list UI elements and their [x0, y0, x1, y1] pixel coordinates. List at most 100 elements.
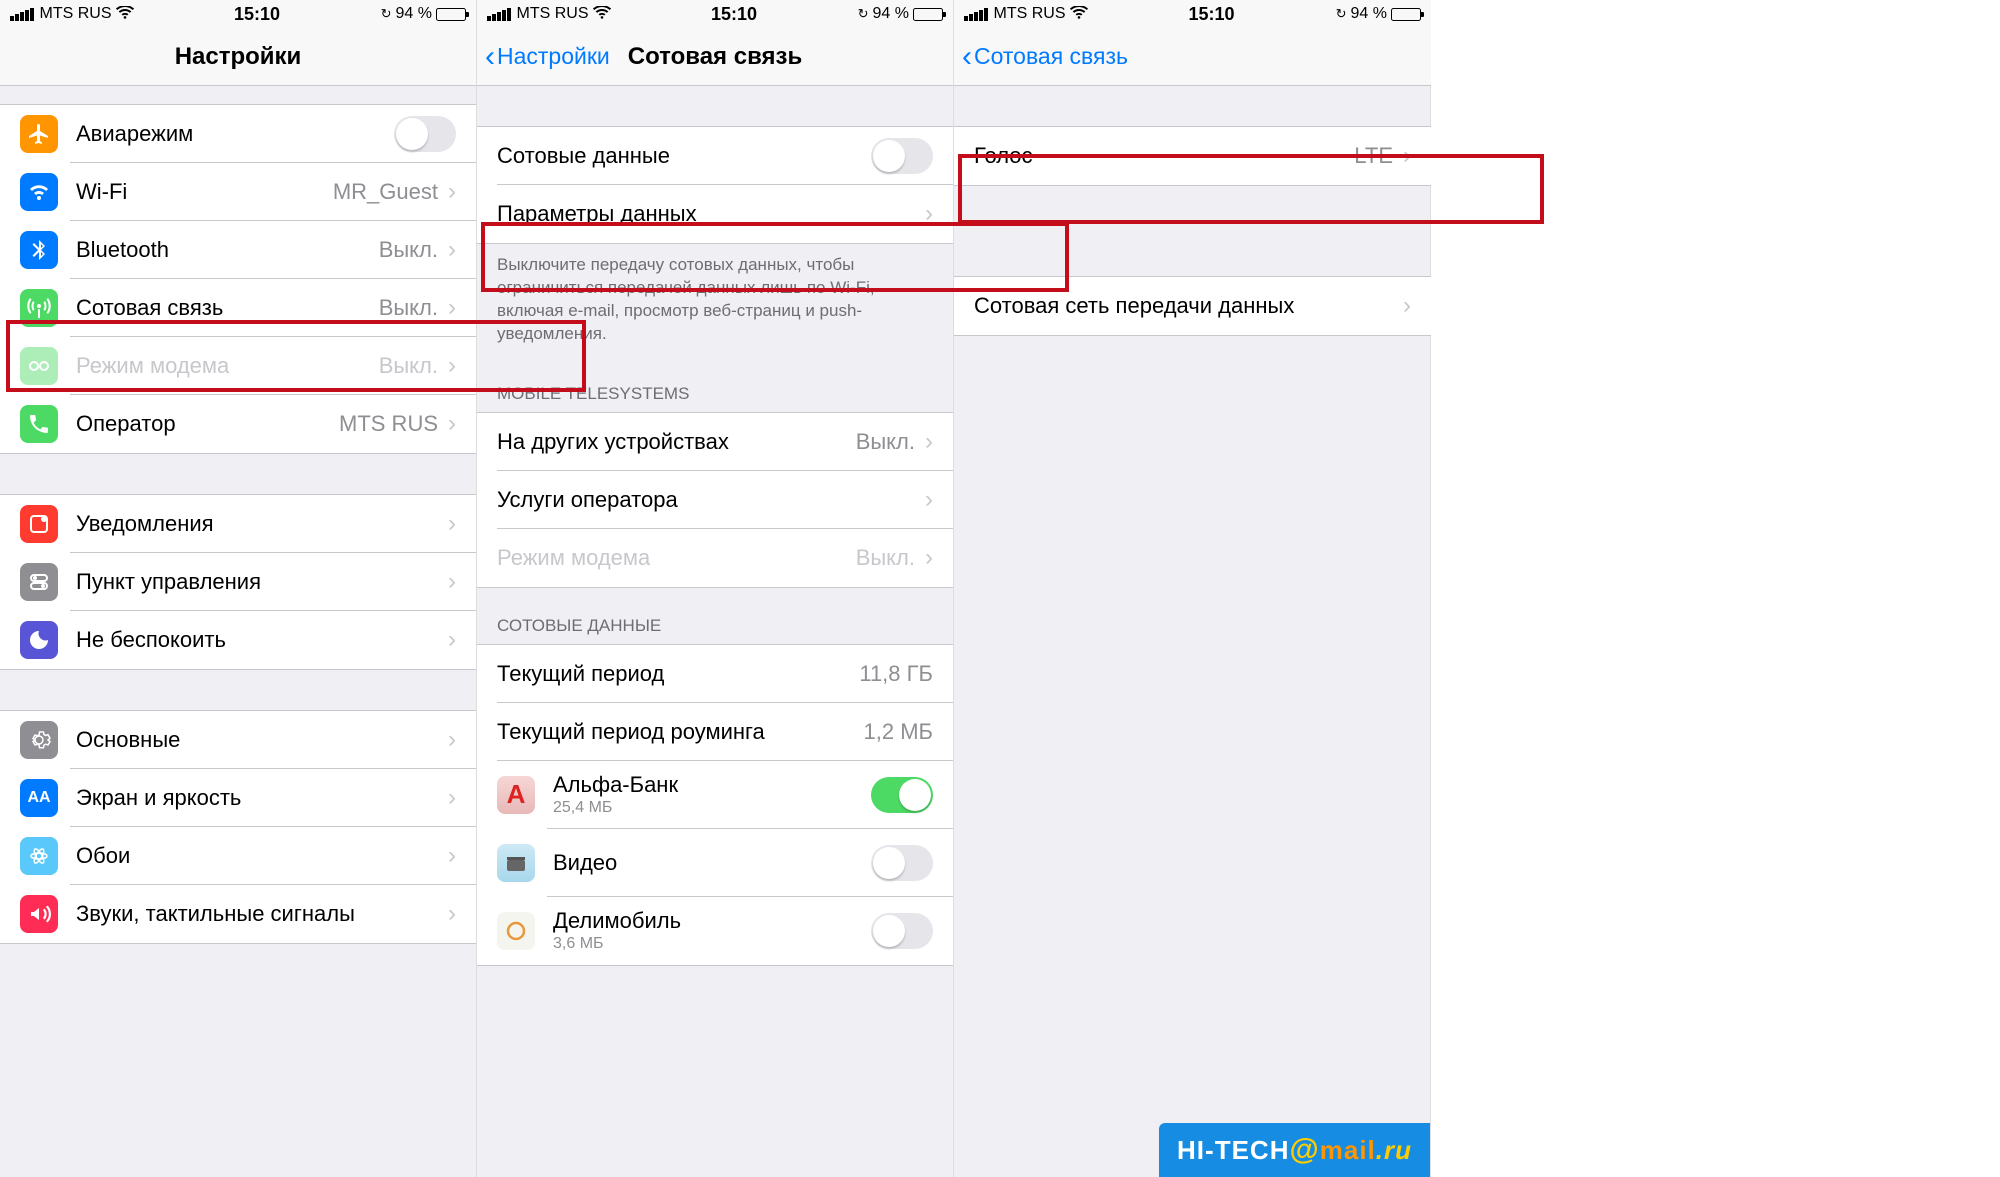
carrier-label: MTS RUS [994, 5, 1066, 23]
row-wallpaper[interactable]: Обои › [0, 827, 476, 885]
app-toggle-video[interactable] [871, 845, 933, 881]
wifi-icon [1070, 4, 1088, 25]
row-bluetooth[interactable]: Bluetooth Выкл. › [0, 221, 476, 279]
airplane-toggle[interactable] [394, 116, 456, 152]
page-title: Сотовая связь [628, 43, 802, 71]
battery-percent: 94 % [396, 5, 432, 23]
battery-icon [1391, 8, 1421, 21]
back-label: Настройки [497, 43, 610, 70]
row-app-alfabank[interactable]: A Альфа-Банк 25,4 МБ [477, 761, 953, 829]
hotspot-label-2: Режим модема [497, 545, 856, 571]
cellular-group-data: Сотовые данные Параметры данных › [477, 126, 953, 244]
watermark-text3: .ru [1376, 1135, 1412, 1165]
signal-icon [487, 8, 511, 21]
row-operator[interactable]: Оператор MTS RUS › [0, 395, 476, 453]
carrier-label: MTS RUS [40, 5, 112, 23]
dnd-icon [20, 621, 58, 659]
hotspot-value-2: Выкл. [856, 545, 915, 571]
notifications-label: Уведомления [76, 511, 448, 537]
row-hotspot[interactable]: Режим модема Выкл. › [0, 337, 476, 395]
cellular-group-usage: Текущий период 11,8 ГБ Текущий период ро… [477, 644, 953, 966]
row-cellular[interactable]: Сотовая связь Выкл. › [0, 279, 476, 337]
row-app-video[interactable]: Видео [477, 829, 953, 897]
lock-icon: ↻ [858, 6, 869, 22]
wifi-value: MR_Guest [333, 179, 438, 205]
chevron-icon: › [448, 510, 456, 538]
row-display[interactable]: AA Экран и яркость › [0, 769, 476, 827]
row-roaming-period[interactable]: Текущий период роуминга 1,2 МБ [477, 703, 953, 761]
sounds-icon [20, 895, 58, 933]
roaming-period-label: Текущий период роуминга [497, 719, 864, 745]
row-dnd[interactable]: Не беспокоить › [0, 611, 476, 669]
nav-bar: ‹ Сотовая связь [954, 28, 1431, 86]
chevron-icon: › [925, 200, 933, 228]
voice-group: Голос LTE › [954, 126, 1431, 186]
row-other-devices[interactable]: На других устройствах Выкл. › [477, 413, 953, 471]
carrier-services-label: Услуги оператора [497, 487, 925, 513]
row-control-center[interactable]: Пункт управления › [0, 553, 476, 611]
app-toggle-alfabank[interactable] [871, 777, 933, 813]
row-voice[interactable]: Голос LTE › [954, 127, 1431, 185]
sounds-label: Звуки, тактильные сигналы [76, 901, 448, 927]
voice-label: Голос [974, 143, 1354, 169]
watermark: HI-TECH@mail.ru [1159, 1123, 1430, 1177]
chevron-icon: › [448, 352, 456, 380]
cellular-data-toggle[interactable] [871, 138, 933, 174]
row-app-delimobil[interactable]: Делимобиль 3,6 МБ [477, 897, 953, 965]
display-label: Экран и яркость [76, 785, 448, 811]
battery-percent: 94 % [873, 5, 909, 23]
airplane-icon [20, 115, 58, 153]
row-wifi[interactable]: Wi-Fi MR_Guest › [0, 163, 476, 221]
status-time: 15:10 [1189, 4, 1235, 25]
other-devices-label: На других устройствах [497, 429, 856, 455]
chevron-icon: › [448, 568, 456, 596]
control-center-icon [20, 563, 58, 601]
chevron-left-icon: ‹ [962, 42, 972, 72]
row-sounds[interactable]: Звуки, тактильные сигналы › [0, 885, 476, 943]
nav-bar: ‹ Настройки Сотовая связь [477, 28, 953, 86]
current-period-value: 11,8 ГБ [859, 661, 933, 687]
cellular-screen: MTS RUS 15:10 ↻ 94 % ‹ Настройки Сотовая… [477, 0, 954, 1177]
row-notifications[interactable]: Уведомления › [0, 495, 476, 553]
cellular-value: Выкл. [379, 295, 438, 321]
back-button[interactable]: ‹ Сотовая связь [962, 42, 1128, 72]
app-icon-alfabank: A [497, 776, 535, 814]
row-current-period[interactable]: Текущий период 11,8 ГБ [477, 645, 953, 703]
chevron-icon: › [448, 726, 456, 754]
hotspot-value: Выкл. [379, 353, 438, 379]
cellular-data-label: Сотовые данные [497, 143, 871, 169]
settings-group-connectivity: Авиарежим Wi-Fi MR_Guest › Bluetooth Вык… [0, 104, 476, 454]
chevron-icon: › [925, 544, 933, 572]
hotspot-label: Режим модема [76, 353, 379, 379]
bluetooth-icon [20, 231, 58, 269]
chevron-icon: › [448, 784, 456, 812]
cellular-footer-text: Выключите передачу сотовых данных, чтобы… [477, 244, 953, 356]
signal-icon [10, 8, 34, 21]
battery-icon [913, 8, 943, 21]
airplane-label: Авиарежим [76, 121, 394, 147]
chevron-icon: › [1403, 142, 1411, 170]
row-airplane[interactable]: Авиарежим [0, 105, 476, 163]
row-carrier-services[interactable]: Услуги оператора › [477, 471, 953, 529]
dnd-label: Не беспокоить [76, 627, 448, 653]
row-data-network[interactable]: Сотовая сеть передачи данных › [954, 277, 1431, 335]
app-toggle-delimobil[interactable] [871, 913, 933, 949]
settings-group-general: Основные › AA Экран и яркость › Обои › З… [0, 710, 476, 944]
roaming-period-value: 1,2 МБ [864, 719, 933, 745]
notifications-icon [20, 505, 58, 543]
row-general[interactable]: Основные › [0, 711, 476, 769]
row-hotspot-2[interactable]: Режим модема Выкл. › [477, 529, 953, 587]
chevron-icon: › [448, 842, 456, 870]
back-button[interactable]: ‹ Настройки [485, 42, 610, 72]
chevron-icon: › [448, 410, 456, 438]
data-network-label: Сотовая сеть передачи данных [974, 293, 1403, 319]
chevron-icon: › [448, 236, 456, 264]
chevron-icon: › [448, 294, 456, 322]
row-data-options[interactable]: Параметры данных › [477, 185, 953, 243]
row-cellular-data[interactable]: Сотовые данные [477, 127, 953, 185]
chevron-icon: › [448, 626, 456, 654]
chevron-left-icon: ‹ [485, 42, 495, 72]
chevron-icon: › [925, 428, 933, 456]
bluetooth-label: Bluetooth [76, 237, 379, 263]
watermark-text2: mail [1320, 1135, 1376, 1165]
